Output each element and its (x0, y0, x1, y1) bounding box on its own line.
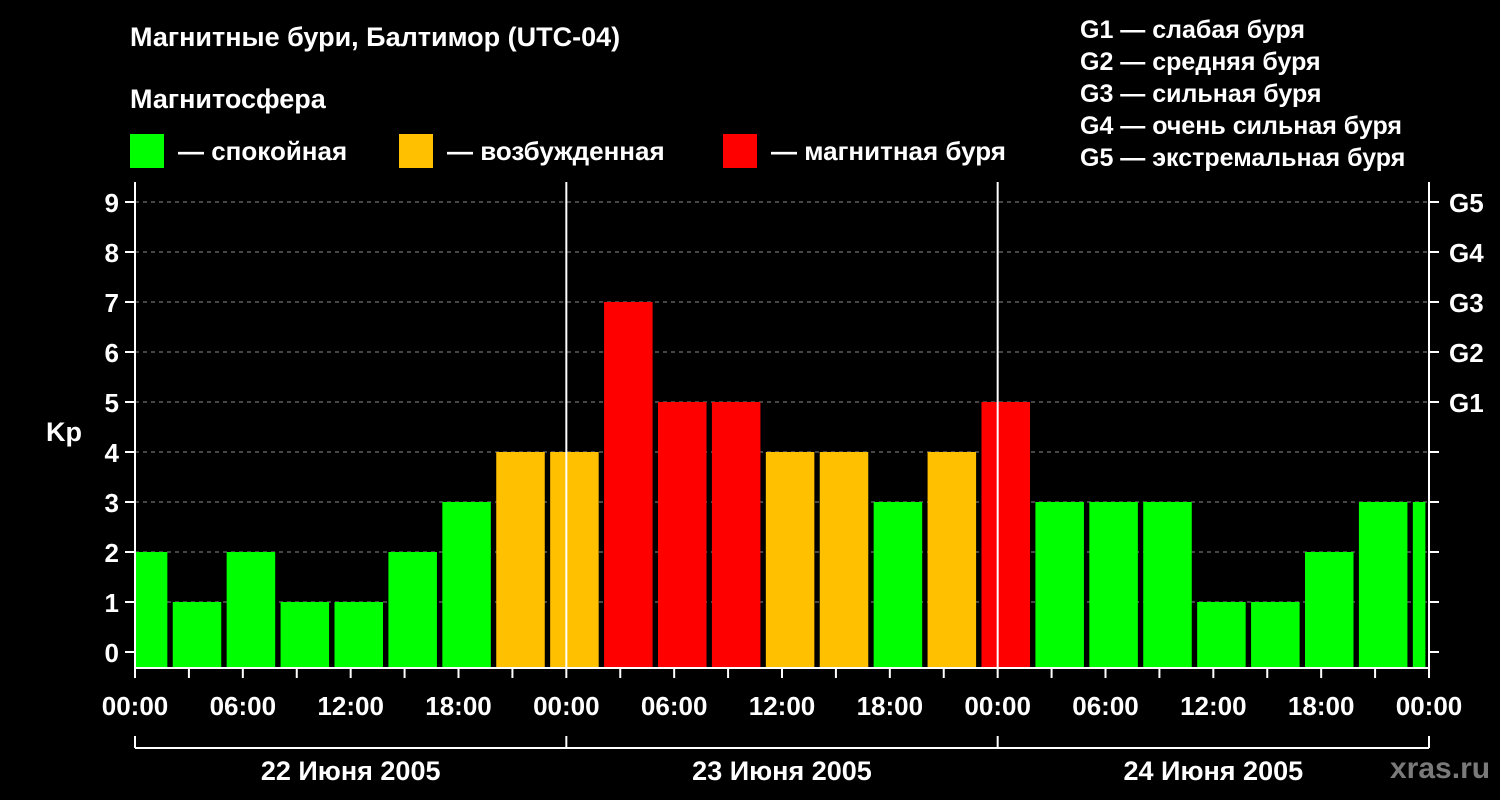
kp-bar (135, 552, 168, 668)
x-tick-label: 00:00 (964, 691, 1031, 721)
day-label: 22 Июня 2005 (261, 756, 441, 786)
kp-bar (550, 452, 599, 668)
kp-bar (819, 452, 869, 668)
kp-bar (1089, 502, 1138, 668)
watermark: xras.ru (1390, 752, 1491, 785)
kp-bar (1412, 502, 1426, 668)
y-tick-label: 7 (105, 288, 119, 318)
kp-bar (1251, 602, 1300, 668)
y-axis-label: Kp (46, 417, 82, 447)
kp-bar (280, 602, 330, 668)
x-tick-label: 12:00 (317, 691, 384, 721)
g-level-label: G5 (1449, 188, 1484, 218)
x-tick-label: 06:00 (641, 691, 708, 721)
y-tick-label: 3 (105, 488, 119, 518)
x-tick-label: 00:00 (1396, 691, 1463, 721)
kp-bar (226, 552, 276, 668)
kp-bar (927, 452, 977, 668)
kp-bar-chart: 0 1 2 3 4 5 6 7 8 9 G1 G2 G3 G4 G5 00:00 06:00 12:00 18:00… (46, 182, 1484, 786)
kp-bar (873, 502, 923, 668)
kp-bar (604, 302, 653, 668)
g-level-label: G2 (1449, 338, 1484, 368)
day-label: 24 Июня 2005 (1124, 756, 1304, 786)
g-level-label: G3 (1449, 288, 1484, 318)
x-tick-label: 00:00 (102, 691, 169, 721)
kp-bar (172, 602, 222, 668)
x-tick-label: 12:00 (1180, 691, 1247, 721)
x-tick-label: 18:00 (1288, 691, 1355, 721)
x-tick-label: 12:00 (749, 691, 816, 721)
kp-bar (1143, 502, 1192, 668)
g-level-label: G1 (1449, 388, 1484, 418)
x-tick-label: 00:00 (533, 691, 600, 721)
y-tick-label: 6 (105, 338, 119, 368)
x-tick-label: 18:00 (857, 691, 924, 721)
kp-bar (496, 452, 545, 668)
g-level-label: G4 (1449, 238, 1484, 268)
y-tick-label: 0 (105, 638, 119, 668)
kp-bar (981, 402, 1031, 668)
y-tick-label: 1 (105, 588, 119, 618)
y-tick-label: 2 (105, 538, 119, 568)
kp-bar (334, 602, 384, 668)
x-tick-label: 18:00 (425, 691, 492, 721)
y-tick-label: 8 (105, 238, 119, 268)
kp-bar (1035, 502, 1084, 668)
y-tick-label: 4 (105, 438, 120, 468)
kp-bar (442, 502, 491, 668)
kp-bar (657, 402, 707, 668)
kp-bar (388, 552, 437, 668)
x-tick-label: 06:00 (1072, 691, 1139, 721)
kp-bar (711, 402, 761, 668)
kp-bar (1304, 552, 1354, 668)
y-tick-label: 5 (105, 388, 119, 418)
y-tick-label: 9 (105, 188, 119, 218)
kp-bar (1358, 502, 1408, 668)
day-label: 23 Июня 2005 (692, 756, 872, 786)
kp-bar (765, 452, 815, 668)
kp-bar (1197, 602, 1246, 668)
bar-layer (135, 302, 1426, 668)
x-tick-label: 06:00 (210, 691, 277, 721)
